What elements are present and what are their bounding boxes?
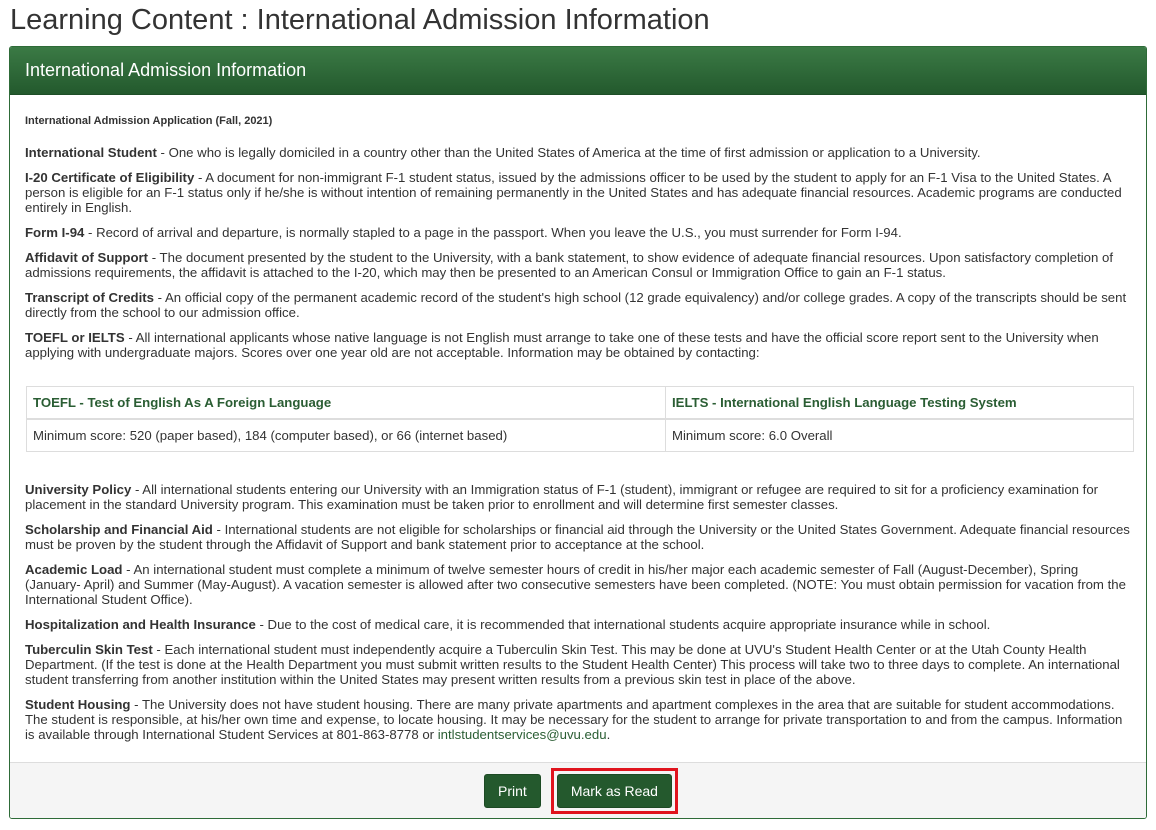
definition-term: Form I-94 bbox=[25, 225, 85, 240]
definition-item: Form I-94 - Record of arrival and depart… bbox=[25, 225, 1131, 240]
panel-body: International Admission Application (Fal… bbox=[10, 95, 1146, 742]
definition-text: - Record of arrival and departure, is no… bbox=[84, 225, 902, 240]
mark-as-read-highlight: Mark as Read bbox=[550, 767, 678, 814]
definition-tail: . bbox=[606, 727, 611, 742]
definition-item: Transcript of Credits - An official copy… bbox=[25, 290, 1131, 320]
definition-item: I-20 Certificate of Eligibility - A docu… bbox=[25, 170, 1131, 215]
definition-item: Affidavit of Support - The document pres… bbox=[25, 250, 1131, 280]
panel-header: International Admission Information bbox=[10, 47, 1146, 95]
definition-text: - All international students entering ou… bbox=[25, 482, 1099, 512]
panel-footer: Print Mark as Read bbox=[10, 762, 1146, 818]
definition-term: Affidavit of Support bbox=[25, 250, 149, 265]
definition-item: Hospitalization and Health Insurance - D… bbox=[25, 617, 1131, 632]
definition-term: TOEFL or IELTS bbox=[25, 330, 125, 345]
table-header-toefl: TOEFL - Test of English As A Foreign Lan… bbox=[26, 386, 666, 420]
definition-text: - Due to the cost of medical care, it is… bbox=[255, 617, 991, 632]
definition-text: - All international applicants whose nat… bbox=[25, 330, 1099, 360]
panel-title: International Admission Information bbox=[25, 60, 307, 80]
scores-table: TOEFL - Test of English As A Foreign Lan… bbox=[26, 386, 1134, 452]
definition-term: Academic Load bbox=[25, 562, 123, 577]
definition-term: I-20 Certificate of Eligibility bbox=[25, 170, 195, 185]
definition-term: Hospitalization and Health Insurance bbox=[25, 617, 256, 632]
table-header-row: TOEFL - Test of English As A Foreign Lan… bbox=[26, 386, 1134, 420]
definition-term: University Policy bbox=[25, 482, 132, 497]
definition-item: Academic Load - An international student… bbox=[25, 562, 1131, 607]
definition-term: International Student bbox=[25, 145, 157, 160]
email-link[interactable]: intlstudentservices@uvu.edu bbox=[438, 727, 607, 742]
definition-item: University Policy - All international st… bbox=[25, 482, 1131, 512]
print-button[interactable]: Print bbox=[484, 773, 541, 808]
definition-term: Scholarship and Financial Aid bbox=[25, 522, 213, 537]
table-cell-toefl-score: Minimum score: 520 (paper based), 184 (c… bbox=[26, 418, 666, 452]
definition-text: - One who is legally domiciled in a coun… bbox=[156, 145, 981, 160]
definition-item: TOEFL or IELTS - All international appli… bbox=[25, 330, 1131, 360]
definition-item: Scholarship and Financial Aid - Internat… bbox=[25, 522, 1131, 552]
page-title: Learning Content : International Admissi… bbox=[10, 4, 710, 36]
mark-as-read-button[interactable]: Mark as Read bbox=[556, 773, 672, 808]
definition-text: - An official copy of the permanent acad… bbox=[25, 290, 1127, 320]
table-cell-ielts-score: Minimum score: 6.0 Overall bbox=[665, 418, 1134, 452]
definition-term: Transcript of Credits bbox=[25, 290, 154, 305]
application-heading: International Admission Application (Fal… bbox=[25, 115, 273, 127]
definition-text: - Each international student must indepe… bbox=[25, 642, 1120, 687]
table-row: Minimum score: 520 (paper based), 184 (c… bbox=[26, 418, 1134, 452]
definitions-top: International Student - One who is legal… bbox=[25, 145, 1131, 360]
content-panel: International Admission Information Inte… bbox=[9, 46, 1147, 819]
definition-text: - An international student must complete… bbox=[25, 562, 1126, 607]
definition-student-housing: Student Housing - The University does no… bbox=[25, 697, 1131, 742]
definition-item: Tuberculin Skin Test - Each internationa… bbox=[25, 642, 1131, 687]
definition-text: - The document presented by the student … bbox=[25, 250, 1114, 280]
definition-term: Student Housing bbox=[25, 697, 131, 712]
definitions-bottom: University Policy - All international st… bbox=[25, 482, 1131, 687]
definition-term: Tuberculin Skin Test bbox=[25, 642, 153, 657]
table-header-ielts: IELTS - International English Language T… bbox=[665, 386, 1134, 420]
definition-item: International Student - One who is legal… bbox=[25, 145, 1131, 160]
